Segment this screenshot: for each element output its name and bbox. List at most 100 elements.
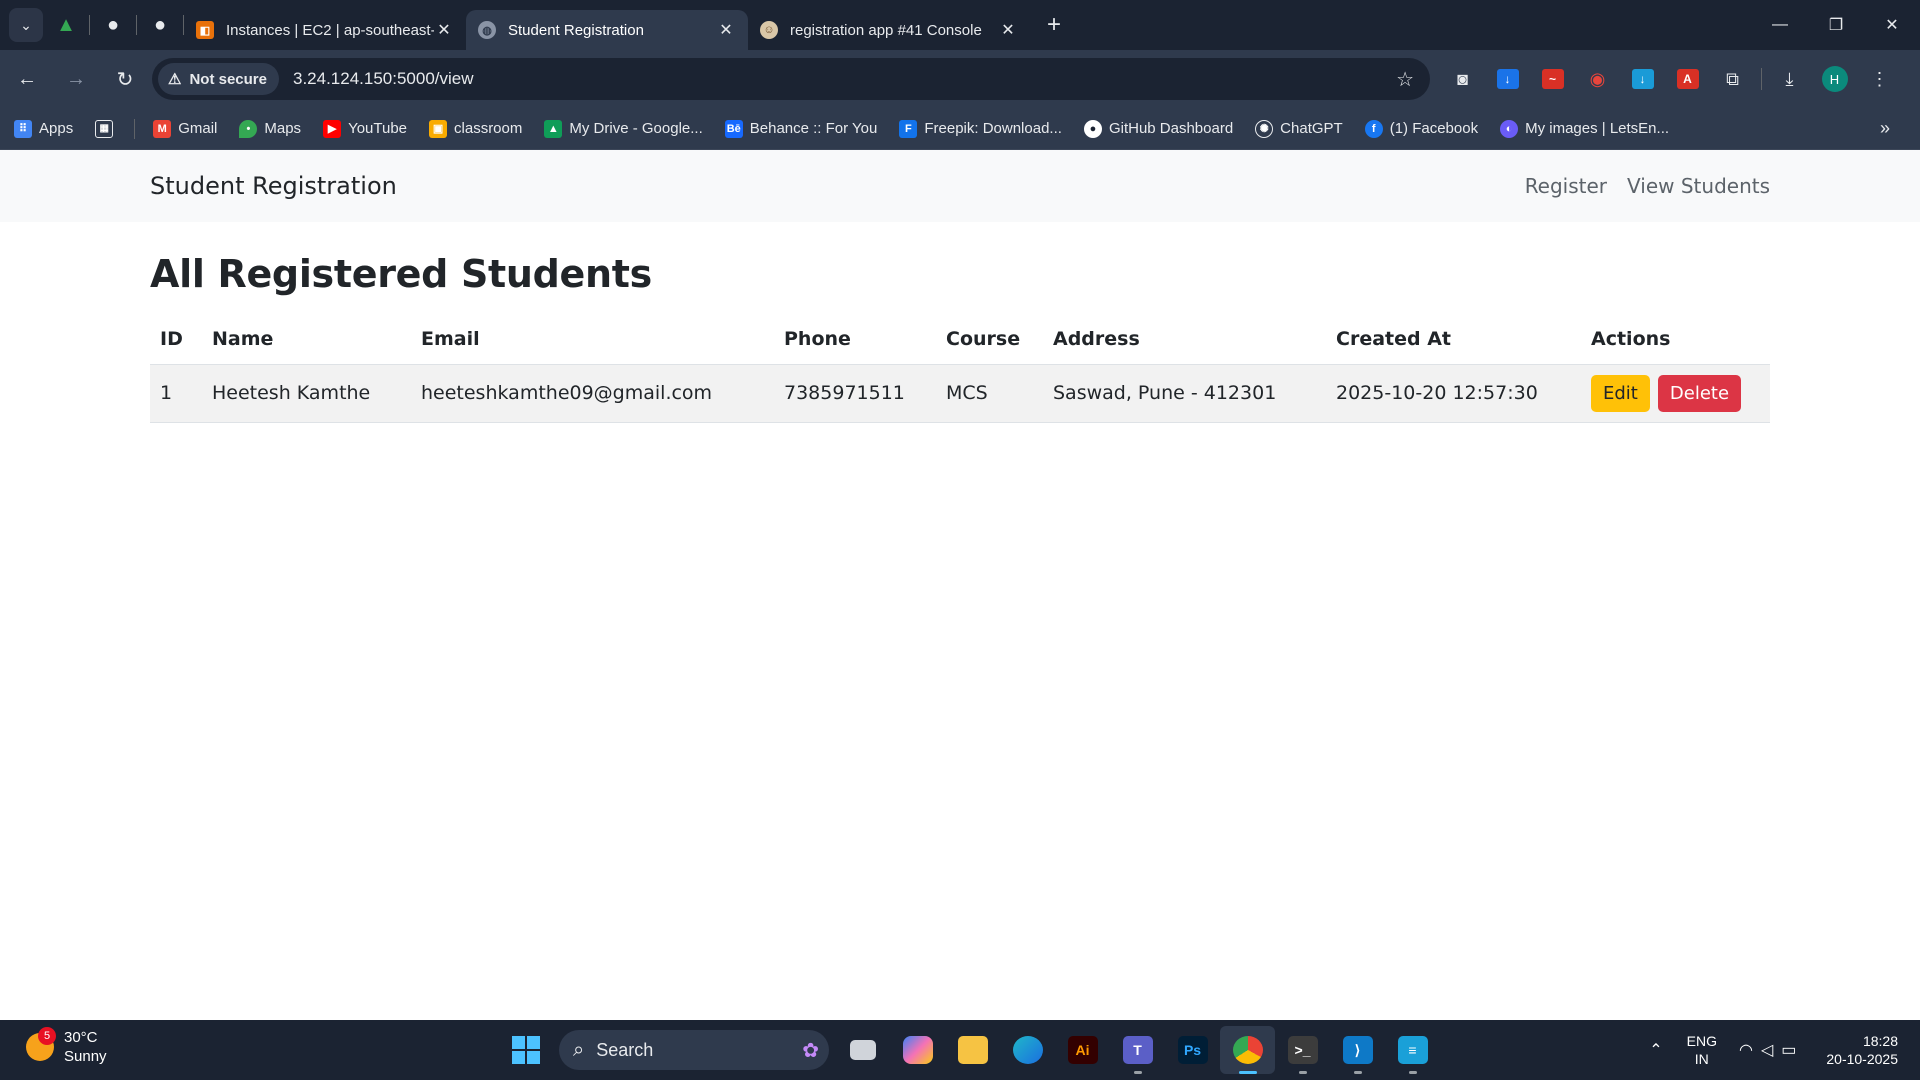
security-chip[interactable]: ⚠ Not secure	[158, 63, 279, 95]
column-header-actions: Actions	[1581, 314, 1770, 365]
profile-button[interactable]: H	[1812, 57, 1857, 101]
taskbar-photoshop[interactable]: Ps	[1165, 1026, 1220, 1074]
bookmark-label: YouTube	[348, 120, 408, 137]
bookmark-label: Freepik: Download...	[924, 120, 1062, 137]
camera-icon: ◙	[1457, 68, 1468, 89]
taskbar-illustrator[interactable]: Ai	[1055, 1026, 1110, 1074]
extension-downloader-2[interactable]: ↓	[1620, 57, 1665, 101]
bookmark-facebook[interactable]: f (1) Facebook	[1364, 119, 1478, 138]
web-page: Student Registration Register View Stude…	[0, 150, 1920, 1020]
close-tab-icon[interactable]: ✕	[716, 20, 736, 40]
column-header-created-at: Created At	[1326, 314, 1581, 365]
bookmark-star-icon[interactable]: ☆	[1396, 67, 1414, 92]
taskbar-search[interactable]: ⌕ Search ✿	[559, 1030, 829, 1070]
start-button[interactable]	[498, 1026, 553, 1074]
youtube-icon: ▶	[323, 119, 342, 138]
taskbar-notepad[interactable]: ≡	[1385, 1026, 1440, 1074]
browser-toolbar: ← → ↻ ⚠ Not secure 3.24.124.150:5000/vie…	[0, 50, 1920, 108]
address-bar[interactable]: ⚠ Not secure 3.24.124.150:5000/view ☆	[152, 58, 1430, 100]
taskbar-vscode[interactable]: ⟩	[1330, 1026, 1385, 1074]
weather-temp: 30°C	[64, 1029, 98, 1046]
extension-camera[interactable]: ◙	[1440, 57, 1485, 101]
table-header-row: ID Name Email Phone Course Address Creat…	[150, 314, 1770, 365]
chevron-double-right-icon[interactable]: »	[1880, 118, 1890, 139]
tab-student-registration[interactable]: ◍ Student Registration ✕	[466, 10, 748, 50]
pinned-tab-github-1[interactable]: ●	[90, 0, 136, 50]
puzzle-icon: ⧉	[1726, 68, 1739, 89]
tab-ec2-instances[interactable]: ◧ Instances | EC2 | ap-southeast-2 ✕	[184, 10, 466, 50]
bookmark-behance[interactable]: Bē Behance :: For You	[724, 119, 877, 138]
clock[interactable]: 18:28 20-10-2025	[1826, 1032, 1898, 1068]
new-tab-button[interactable]: +	[1034, 11, 1074, 39]
bookmark-chatgpt[interactable]: ✺ ChatGPT	[1255, 119, 1343, 138]
cell-email: heeteshkamthe09@gmail.com	[411, 364, 774, 423]
close-window-icon[interactable]: ✕	[1864, 0, 1920, 50]
edit-button[interactable]: Edit	[1591, 374, 1650, 412]
table-row: 1 Heetesh Kamthe heeteshkamthe09@gmail.c…	[150, 364, 1770, 423]
pinned-tab-drive[interactable]: ▲	[43, 0, 89, 50]
bookmark-github[interactable]: ● GitHub Dashboard	[1083, 119, 1234, 138]
bookmark-apps[interactable]: ⠿ Apps	[14, 119, 73, 138]
extension-acrobat[interactable]: A	[1665, 57, 1710, 101]
task-view-icon	[849, 1040, 876, 1060]
browser-menu[interactable]: ⋮	[1857, 57, 1902, 101]
taskbar-edge[interactable]	[1000, 1026, 1055, 1074]
google-drive-icon: ▲	[56, 13, 76, 36]
restore-icon[interactable]: ❐	[1808, 0, 1864, 50]
extension-record[interactable]: ◉	[1575, 57, 1620, 101]
taskbar-task-view[interactable]	[835, 1026, 890, 1074]
nav-view-students-link[interactable]: View Students	[1627, 174, 1770, 198]
tab-jenkins-console[interactable]: ☺ registration app #41 Console ✕	[748, 10, 1030, 50]
close-tab-icon[interactable]: ✕	[998, 20, 1018, 40]
url-text[interactable]: 3.24.124.150:5000/view	[293, 69, 474, 89]
bookmark-drive[interactable]: ▲ My Drive - Google...	[544, 119, 703, 138]
extension-pdf-1[interactable]: ~	[1530, 57, 1575, 101]
minimize-icon[interactable]: —	[1752, 0, 1808, 50]
column-header-id: ID	[150, 314, 202, 365]
bookmark-youtube[interactable]: ▶ YouTube	[323, 119, 408, 138]
extensions-menu[interactable]: ⧉	[1710, 57, 1755, 101]
globe-icon: ◍	[478, 21, 496, 39]
taskbar-apps: ⌕ Search ✿ Ai T Ps >_ ⟩ ≡	[498, 1026, 1440, 1074]
tray-status-icons[interactable]: ◠◁▭	[1739, 1040, 1804, 1060]
teams-icon: T	[1122, 1036, 1153, 1064]
apps-grid-icon: ⠿	[14, 119, 32, 138]
downloads-button[interactable]: ⤓	[1767, 57, 1812, 101]
bookmark-label: GitHub Dashboard	[1108, 120, 1234, 137]
nav-register-link[interactable]: Register	[1525, 174, 1607, 198]
tab-title: Student Registration	[508, 21, 644, 39]
taskbar-chrome[interactable]	[1220, 1026, 1275, 1074]
taskbar-file-explorer[interactable]	[945, 1026, 1000, 1074]
reload-button[interactable]: ↻	[103, 57, 147, 101]
delete-button[interactable]: Delete	[1657, 374, 1742, 412]
bookmark-label: Maps	[264, 120, 302, 137]
bookmark-classroom[interactable]: ▣ classroom	[429, 119, 522, 138]
bookmarks-bar: ⠿ Apps ▦ M Gmail • Maps ▶ YouTube ▣ classroom…	[0, 108, 1920, 150]
bookmark-letsenhance[interactable]: ◐ My images | LetsEn...	[1500, 119, 1669, 138]
column-header-course: Course	[936, 314, 1043, 365]
extension-downloader-1[interactable]: ↓	[1485, 57, 1530, 101]
app-navbar: Student Registration Register View Stude…	[0, 150, 1920, 222]
close-tab-icon[interactable]: ✕	[434, 20, 454, 40]
language-indicator[interactable]: ENG IN	[1687, 1032, 1717, 1068]
taskbar-teams[interactable]: T	[1110, 1026, 1165, 1074]
taskbar-copilot[interactable]	[890, 1026, 945, 1074]
bookmark-gmail[interactable]: M Gmail	[153, 119, 218, 138]
bookmark-grid[interactable]: ▦	[95, 119, 120, 138]
bookmark-freepik[interactable]: F Freepik: Download...	[899, 119, 1062, 138]
acrobat-icon: A	[1676, 69, 1699, 89]
toolbar-divider	[1755, 57, 1767, 101]
back-button[interactable]: ←	[5, 57, 49, 101]
tab-search-button[interactable]: ⌄	[9, 8, 43, 42]
bookmark-label: Gmail	[178, 120, 218, 137]
navbar-brand[interactable]: Student Registration	[150, 172, 397, 200]
pinned-tab-github-2[interactable]: ●	[137, 0, 183, 50]
cell-phone: 7385971511	[774, 364, 936, 423]
taskbar-terminal[interactable]: >_	[1275, 1026, 1330, 1074]
freepik-icon: F	[899, 119, 918, 138]
weather-widget[interactable]: 5 30°C Sunny	[26, 1027, 107, 1066]
forward-button[interactable]: →	[54, 57, 98, 101]
chatgpt-icon: ✺	[1255, 119, 1274, 138]
chevron-up-icon[interactable]: ⌃	[1649, 1040, 1662, 1060]
bookmark-maps[interactable]: • Maps	[239, 119, 302, 138]
